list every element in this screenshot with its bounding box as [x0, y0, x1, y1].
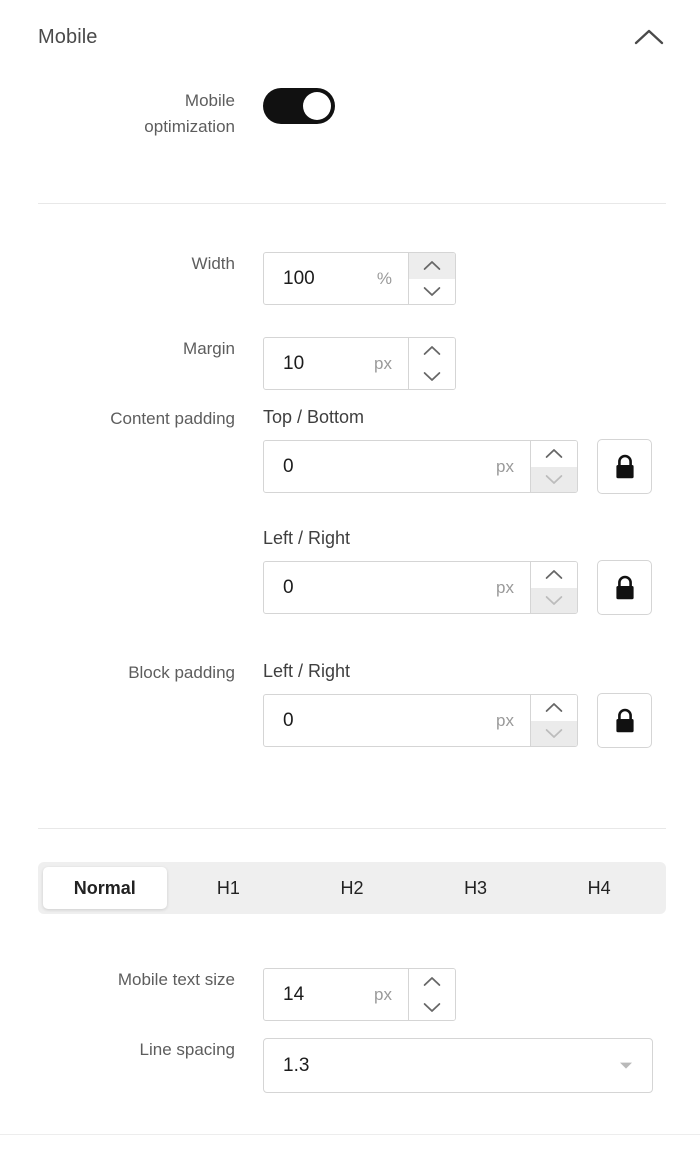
page-title: Mobile — [38, 25, 98, 48]
content-padding-top-bottom-input[interactable]: 0 px — [264, 441, 530, 492]
line-spacing-select[interactable]: 1.3 — [263, 1038, 653, 1093]
toggle-knob — [303, 92, 331, 120]
width-field[interactable]: 100 % — [263, 252, 456, 305]
margin-stepper[interactable] — [408, 338, 455, 389]
mobile-text-size-decrement-button[interactable] — [409, 994, 455, 1020]
width-stepper[interactable] — [408, 253, 455, 304]
divider-bottom — [0, 1134, 700, 1135]
tab-h4[interactable]: H4 — [537, 867, 661, 909]
margin-label: Margin — [183, 339, 235, 358]
content-padding-left-right-row: 0 px — [263, 560, 652, 615]
content-padding-top-bottom-stepper[interactable] — [530, 441, 577, 492]
block-padding-left-right-label: Left / Right — [263, 661, 351, 681]
content-padding-left-right-unit: px — [496, 577, 514, 597]
content-padding-top-bottom-label: Top / Bottom — [263, 407, 365, 427]
content-padding-top-bottom-lock-button[interactable] — [597, 439, 652, 494]
block-padding-left-right-input[interactable]: 0 px — [264, 695, 530, 746]
width-label: Width — [191, 254, 235, 273]
section-header-mobile[interactable]: Mobile — [38, 16, 666, 58]
mobile-text-size-stepper[interactable] — [408, 969, 455, 1020]
line-spacing-value: 1.3 — [283, 1054, 310, 1076]
mobile-text-size-increment-button[interactable] — [409, 969, 455, 995]
mobile-optimization-label: Mobile optimization — [144, 91, 235, 136]
content-padding-label: Content padding — [110, 409, 235, 428]
width-unit: % — [376, 268, 392, 288]
content-padding-left-right-stepper[interactable] — [530, 562, 577, 613]
caret-down-icon[interactable] — [618, 1058, 634, 1074]
block-padding-left-right-value: 0 — [283, 709, 294, 731]
content-padding-left-right-decrement-button[interactable] — [531, 587, 577, 613]
content-padding-top-bottom-increment-button[interactable] — [531, 441, 577, 467]
block-padding-left-right-lock-button[interactable] — [597, 693, 652, 748]
row-mobile-text-size: Mobile text size 14 px — [0, 968, 456, 1021]
row-width: Width 100 % — [0, 252, 456, 305]
block-padding-left-right-unit: px — [496, 710, 514, 730]
margin-value: 10 — [283, 352, 305, 374]
mobile-text-size-value: 14 — [283, 983, 305, 1005]
width-increment-button[interactable] — [409, 253, 455, 279]
mobile-settings-panel: Mobile Mobile optimization Width 100 % M… — [0, 0, 700, 1156]
content-padding-top-bottom-row: 0 px — [263, 439, 652, 494]
tab-h1[interactable]: H1 — [167, 867, 291, 909]
margin-decrement-button[interactable] — [409, 363, 455, 389]
mobile-text-size-input[interactable]: 14 px — [264, 969, 408, 1020]
block-padding-left-right-increment-button[interactable] — [531, 695, 577, 721]
tab-normal[interactable]: Normal — [43, 867, 167, 909]
width-value: 100 — [283, 267, 315, 289]
block-padding-left-right-row: 0 px — [263, 693, 652, 748]
lock-closed-icon — [612, 574, 638, 602]
margin-unit: px — [374, 353, 392, 373]
content-padding-top-bottom-decrement-button[interactable] — [531, 466, 577, 492]
tab-h2[interactable]: H2 — [290, 867, 414, 909]
row-content-padding: Content padding Top / Bottom 0 px Left /… — [0, 407, 652, 615]
content-padding-top-bottom-value: 0 — [283, 455, 294, 477]
content-padding-top-bottom-unit: px — [496, 456, 514, 476]
line-spacing-label: Line spacing — [139, 1040, 235, 1059]
text-style-tabs: Normal H1 H2 H3 H4 — [38, 862, 666, 914]
lock-closed-icon — [612, 707, 638, 735]
row-line-spacing: Line spacing 1.3 — [0, 1038, 653, 1093]
block-padding-left-right-decrement-button[interactable] — [531, 720, 577, 746]
row-mobile-optimization: Mobile optimization — [0, 88, 335, 140]
content-padding-left-right-lock-button[interactable] — [597, 560, 652, 615]
margin-field[interactable]: 10 px — [263, 337, 456, 390]
width-input[interactable]: 100 % — [264, 253, 408, 304]
margin-increment-button[interactable] — [409, 338, 455, 364]
chevron-up-icon[interactable] — [632, 20, 666, 54]
content-padding-left-right-increment-button[interactable] — [531, 562, 577, 588]
mobile-text-size-label: Mobile text size — [117, 970, 235, 989]
content-padding-left-right-field[interactable]: 0 px — [263, 561, 578, 614]
tab-h3[interactable]: H3 — [414, 867, 538, 909]
content-padding-left-right-input[interactable]: 0 px — [264, 562, 530, 613]
mobile-optimization-toggle[interactable] — [263, 88, 335, 124]
block-padding-left-right-stepper[interactable] — [530, 695, 577, 746]
row-margin: Margin 10 px — [0, 337, 456, 390]
mobile-text-size-unit: px — [374, 984, 392, 1004]
content-padding-top-bottom-field[interactable]: 0 px — [263, 440, 578, 493]
lock-closed-icon — [612, 453, 638, 481]
block-padding-label: Block padding — [128, 663, 235, 682]
content-padding-left-right-value: 0 — [283, 576, 294, 598]
divider-top — [38, 203, 666, 204]
divider-text-styles — [38, 828, 666, 829]
content-padding-left-right-label: Left / Right — [263, 528, 351, 548]
mobile-text-size-field[interactable]: 14 px — [263, 968, 456, 1021]
margin-input[interactable]: 10 px — [264, 338, 408, 389]
width-decrement-button[interactable] — [409, 278, 455, 304]
block-padding-left-right-field[interactable]: 0 px — [263, 694, 578, 747]
row-block-padding: Block padding Left / Right 0 px — [0, 661, 652, 748]
